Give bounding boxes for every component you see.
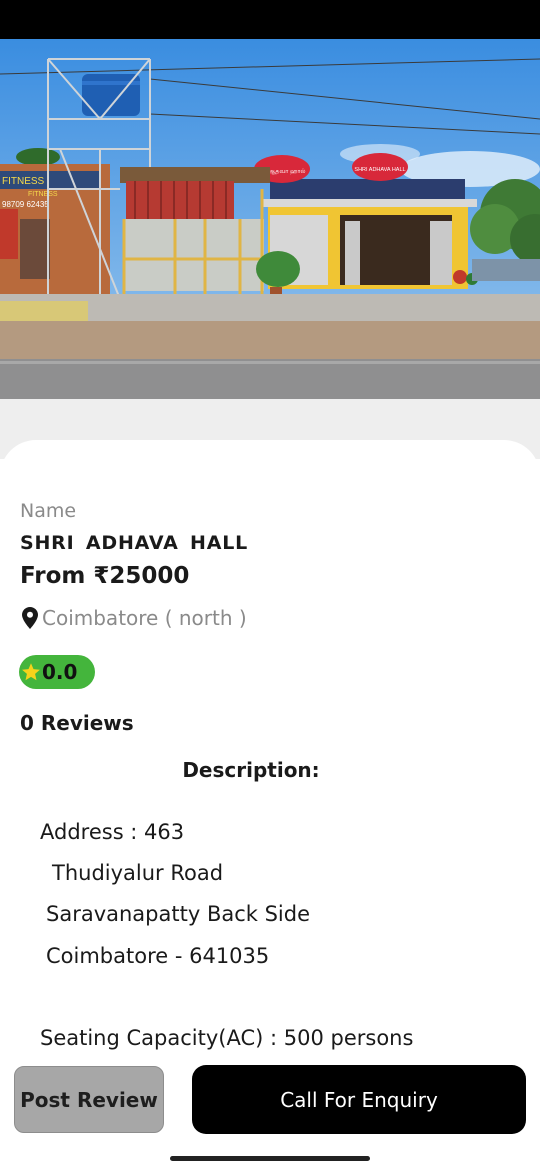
name-label: Name: [20, 500, 77, 522]
location-text: Coimbatore ( north ): [42, 606, 247, 630]
description-line: Coimbatore - 641035: [46, 944, 270, 968]
price: From ₹25000: [20, 563, 190, 589]
side-sign-subtext: FITNESS: [28, 191, 58, 198]
location-pin-icon: [22, 607, 38, 629]
description-line: Thudiyalur Road: [52, 861, 224, 885]
description-line: Saravanapatty Back Side: [46, 902, 311, 926]
hall-name: SHRI ADHAVA HALL: [20, 532, 249, 554]
side-sign-text: FITNESS: [2, 176, 45, 187]
hall-photo: FITNESS FITNESS 98709 62435 ஸ்ரீ ஆதவா ஹா…: [0, 39, 540, 400]
description-line: Address : 463: [40, 820, 185, 844]
status-bar: [0, 0, 540, 39]
home-indicator[interactable]: [170, 1156, 370, 1161]
description-title: Description:: [182, 758, 320, 782]
description-line: Seating Capacity(AC) : 500 persons: [40, 1026, 414, 1050]
star-icon: [21, 662, 41, 682]
location-row: Coimbatore ( north ): [22, 606, 247, 630]
post-review-button[interactable]: Post Review: [14, 1066, 164, 1133]
rating-value: 0.0: [42, 660, 78, 684]
side-sign-phone: 98709 62435: [2, 200, 49, 209]
reviews-count: 0 Reviews: [20, 711, 134, 735]
hall-sign-english: SHRI ADHAVA HALL: [354, 167, 405, 173]
call-for-enquiry-button[interactable]: Call For Enquiry: [192, 1065, 526, 1134]
rating-badge: 0.0: [19, 655, 95, 689]
